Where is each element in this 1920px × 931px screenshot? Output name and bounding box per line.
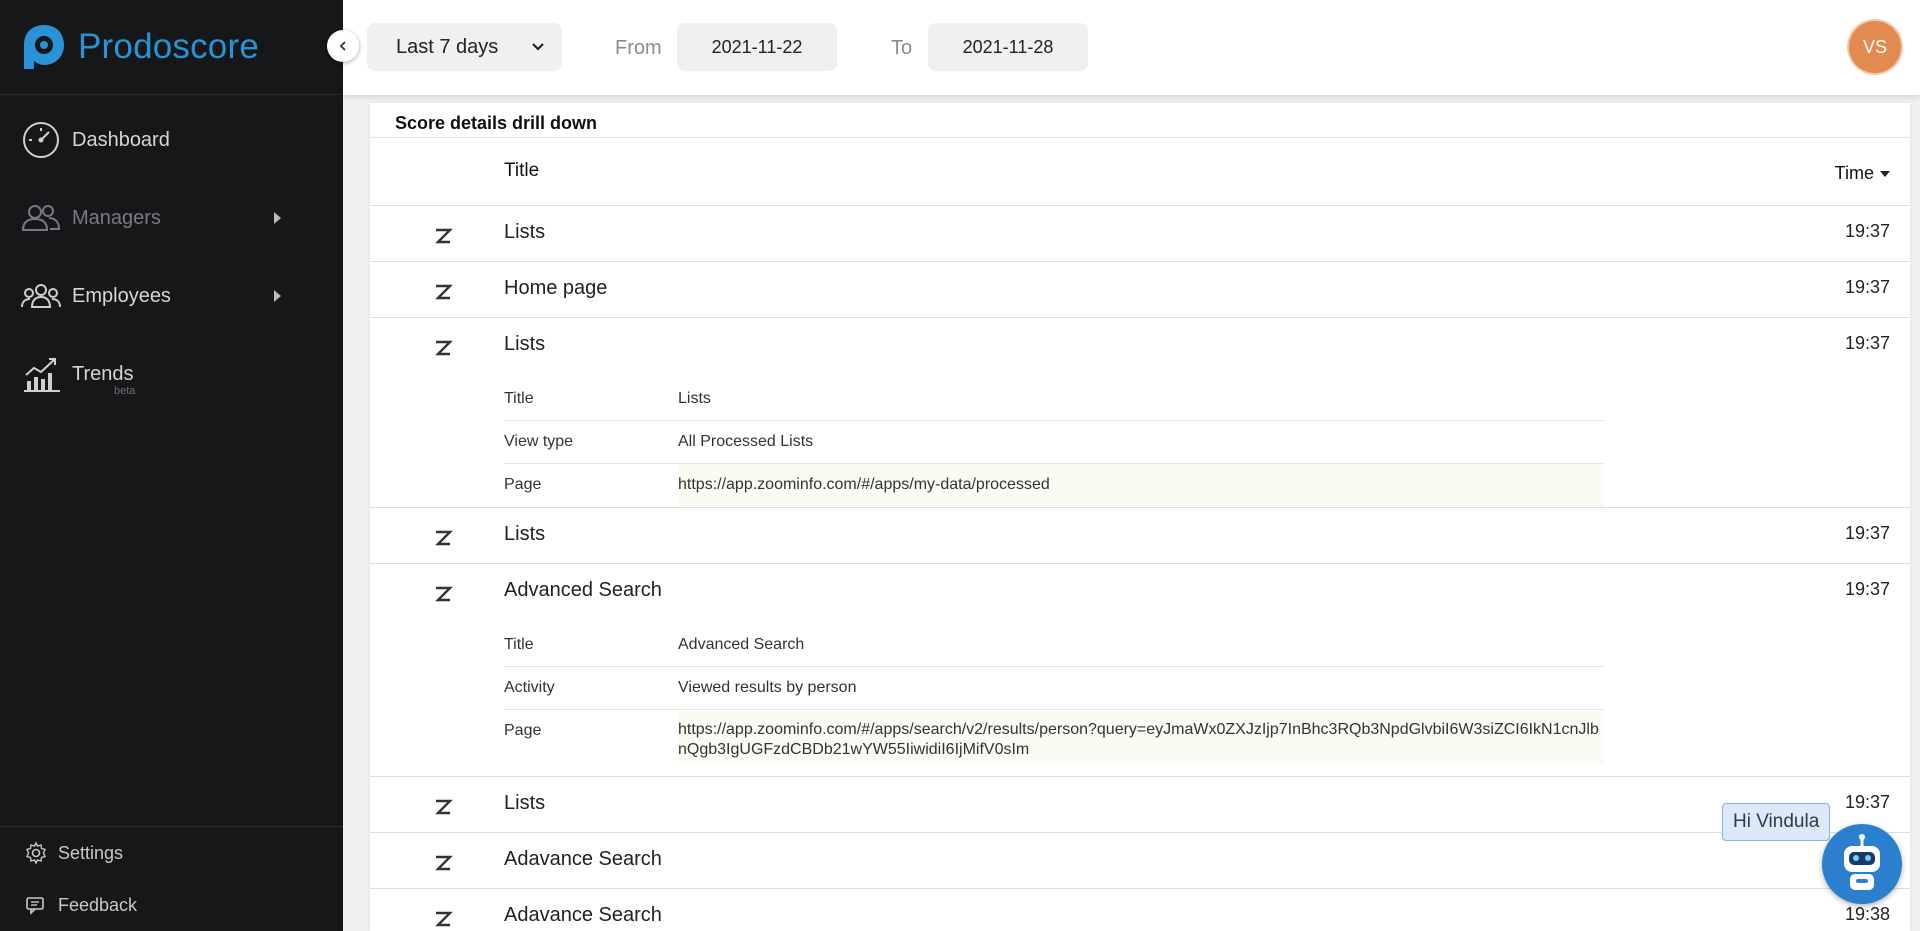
table-row[interactable]: Lists 19:37 xyxy=(370,777,1910,833)
table-row[interactable]: Adavance Search xyxy=(370,833,1910,889)
detail-key: Activity xyxy=(504,679,555,696)
feedback-icon xyxy=(26,897,44,915)
score-details-card: Score details drill down Title Time List… xyxy=(370,103,1910,931)
period-dropdown[interactable]: Last 7 days xyxy=(367,23,562,71)
detail-row: Page https://app.zoominfo.com/#/apps/my-… xyxy=(504,464,1604,507)
table-row-expanded[interactable]: Lists 19:37 Title Lists View type All Pr… xyxy=(370,318,1910,508)
feedback-link[interactable]: Feedback xyxy=(0,879,343,931)
row-time: 19:37 xyxy=(1844,277,1890,297)
settings-link[interactable]: Settings xyxy=(0,827,343,879)
settings-label: Settings xyxy=(58,842,124,863)
beta-badge: beta xyxy=(114,385,136,397)
to-date-input[interactable]: 2021-11-28 xyxy=(928,23,1088,71)
table-row[interactable]: Home page 19:37 xyxy=(370,262,1910,318)
column-header-title: Title xyxy=(504,160,540,181)
from-label: From xyxy=(615,37,662,59)
gear-icon xyxy=(26,841,46,865)
detail-value: Advanced Search xyxy=(678,636,805,653)
prodoscore-logo-icon xyxy=(24,25,64,69)
sidebar-item-label: Managers xyxy=(72,206,161,229)
row-title: Home page xyxy=(504,277,608,299)
detail-value: All Processed Lists xyxy=(678,433,814,450)
zoominfo-icon xyxy=(435,911,453,927)
zoominfo-icon xyxy=(435,284,453,300)
row-time: 19:38 xyxy=(1844,904,1890,924)
sidebar-item-label: Dashboard xyxy=(72,128,170,151)
period-value: Last 7 days xyxy=(396,35,499,58)
brand-name: Prodoscore xyxy=(78,27,259,66)
zoominfo-icon xyxy=(435,530,453,546)
chevron-left-icon xyxy=(339,41,346,51)
sidebar: Prodoscore Dashboard Managers Employees … xyxy=(0,0,343,931)
zoominfo-icon xyxy=(435,799,453,815)
detail-row: View type All Processed Lists xyxy=(504,421,1604,464)
zoominfo-icon xyxy=(435,855,453,871)
to-label: To xyxy=(891,37,913,59)
sidebar-item-trends[interactable]: Trends beta xyxy=(0,335,343,413)
row-time: 19:37 xyxy=(1844,523,1890,543)
sidebar-item-employees[interactable]: Employees xyxy=(0,257,343,335)
logo[interactable]: Prodoscore xyxy=(0,0,343,95)
detail-key: View type xyxy=(504,433,574,450)
top-bar: Last 7 days From 2021-11-22 To 2021-11-2… xyxy=(343,0,1920,95)
from-date-input[interactable]: 2021-11-22 xyxy=(677,23,837,71)
collapse-sidebar-button[interactable] xyxy=(327,30,359,62)
sidebar-item-label: Employees xyxy=(72,284,171,307)
sidebar-bottom: Settings Feedback xyxy=(0,826,343,931)
chevron-down-icon xyxy=(532,43,544,51)
detail-row: Page https://app.zoominfo.com/#/apps/sea… xyxy=(504,710,1604,776)
row-title: Adavance Search xyxy=(504,848,662,870)
detail-row: Activity Viewed results by person xyxy=(504,667,1604,710)
employees-icon xyxy=(21,284,61,308)
trends-icon xyxy=(24,358,60,392)
detail-page-url[interactable]: https://app.zoominfo.com/#/apps/my-data/… xyxy=(678,464,1604,507)
time-header-label: Time xyxy=(1834,163,1874,183)
detail-value: Lists xyxy=(678,390,711,407)
row-time: 19:37 xyxy=(1844,792,1890,812)
row-time: 19:37 xyxy=(1844,221,1890,241)
chevron-right-icon xyxy=(274,212,281,224)
managers-icon xyxy=(21,205,61,231)
table-header: Title Time xyxy=(370,138,1910,206)
row-details: Title Lists View type All Processed List… xyxy=(370,318,1604,507)
card-title: Score details drill down xyxy=(370,103,1910,138)
row-time: 19:37 xyxy=(1844,333,1890,353)
sidebar-item-dashboard[interactable]: Dashboard xyxy=(0,101,343,179)
table-row-expanded[interactable]: Advanced Search 19:37 Title Advanced Sea… xyxy=(370,564,1910,777)
detail-key: Page xyxy=(504,476,542,493)
chatbot-button[interactable] xyxy=(1822,824,1902,904)
chat-greeting-bubble[interactable]: Hi Vindula xyxy=(1722,803,1831,841)
sidebar-item-managers[interactable]: Managers xyxy=(0,179,343,257)
table-row[interactable]: Adavance Search 19:38 xyxy=(370,889,1910,931)
zoominfo-icon xyxy=(435,340,453,356)
feedback-label: Feedback xyxy=(58,894,138,915)
row-title: Lists xyxy=(504,792,546,814)
detail-key: Title xyxy=(504,636,534,653)
detail-key: Title xyxy=(504,390,534,407)
row-title: Lists xyxy=(504,221,546,243)
table-row[interactable]: Lists 19:37 xyxy=(370,508,1910,564)
zoominfo-icon xyxy=(435,586,453,602)
chevron-right-icon xyxy=(274,290,281,302)
sort-caret-icon xyxy=(1880,171,1890,178)
robot-icon xyxy=(1844,834,1880,890)
detail-value: Viewed results by person xyxy=(678,679,857,696)
sidebar-nav: Dashboard Managers Employees Trends beta xyxy=(0,95,343,413)
zoominfo-icon xyxy=(435,228,453,244)
detail-row: Title Advanced Search xyxy=(504,624,1604,667)
avatar[interactable]: VS xyxy=(1849,21,1901,73)
detail-key: Page xyxy=(504,722,542,739)
speedometer-icon xyxy=(23,122,59,158)
detail-row: Title Lists xyxy=(504,378,1604,421)
table-row[interactable]: Lists 19:37 xyxy=(370,206,1910,262)
row-time: 19:37 xyxy=(1844,579,1890,599)
row-title: Advanced Search xyxy=(504,579,662,601)
row-title: Lists xyxy=(504,333,546,355)
row-title: Lists xyxy=(504,523,546,545)
column-header-time[interactable]: Time xyxy=(1835,163,1890,184)
sidebar-item-label: Trends xyxy=(72,362,134,385)
row-title: Adavance Search xyxy=(504,904,662,926)
detail-page-url[interactable]: https://app.zoominfo.com/#/apps/search/v… xyxy=(678,710,1604,764)
